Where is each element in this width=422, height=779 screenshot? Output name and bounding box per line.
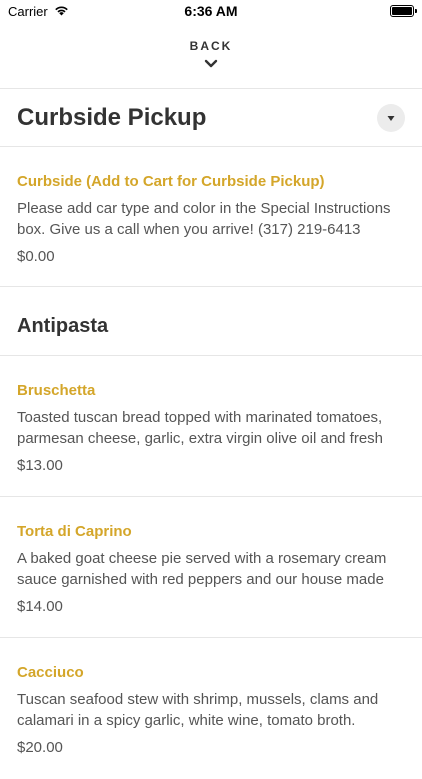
item-price: $20.00: [17, 739, 63, 756]
collapse-button[interactable]: [377, 104, 405, 132]
item-description: Toasted tuscan bread topped with marinat…: [17, 409, 384, 447]
item-name: Cacciuco: [17, 664, 84, 681]
item-description: Please add car type and color in the Spe…: [17, 200, 391, 238]
battery-icon: [390, 5, 417, 17]
item-name: Torta di Caprino: [17, 523, 132, 540]
item-price: $13.00: [17, 457, 63, 474]
chevron-down-icon: [204, 55, 218, 73]
menu-item[interactable]: Cacciuco Tuscan seafood stew with shrimp…: [0, 638, 422, 779]
item-description: A baked goat cheese pie served with a ro…: [17, 550, 387, 588]
item-name: Bruschetta: [17, 382, 96, 399]
menu-item[interactable]: Torta di Caprino A baked goat cheese pie…: [0, 497, 422, 638]
item-name: Curbside (Add to Cart for Curbside Picku…: [17, 173, 325, 190]
item-price: $14.00: [17, 598, 63, 615]
section-header-curbside[interactable]: Curbside Pickup: [0, 89, 422, 147]
caret-down-icon: [387, 115, 395, 121]
menu-item[interactable]: Bruschetta Toasted tuscan bread topped w…: [0, 356, 422, 497]
section-title: Antipasta: [17, 314, 109, 337]
menu-item[interactable]: Curbside (Add to Cart for Curbside Picku…: [0, 147, 422, 287]
item-description: Tuscan seafood stew with shrimp, mussels…: [17, 691, 379, 729]
status-bar: Carrier 6:36 AM: [0, 0, 422, 22]
back-button[interactable]: BACK: [0, 22, 422, 89]
back-label: BACK: [189, 39, 233, 53]
status-right: [390, 5, 417, 17]
status-time: 6:36 AM: [184, 3, 238, 19]
section-header-antipasta: Antipasta: [0, 287, 422, 356]
item-price: $0.00: [17, 248, 55, 265]
section-title: Curbside Pickup: [17, 103, 207, 131]
